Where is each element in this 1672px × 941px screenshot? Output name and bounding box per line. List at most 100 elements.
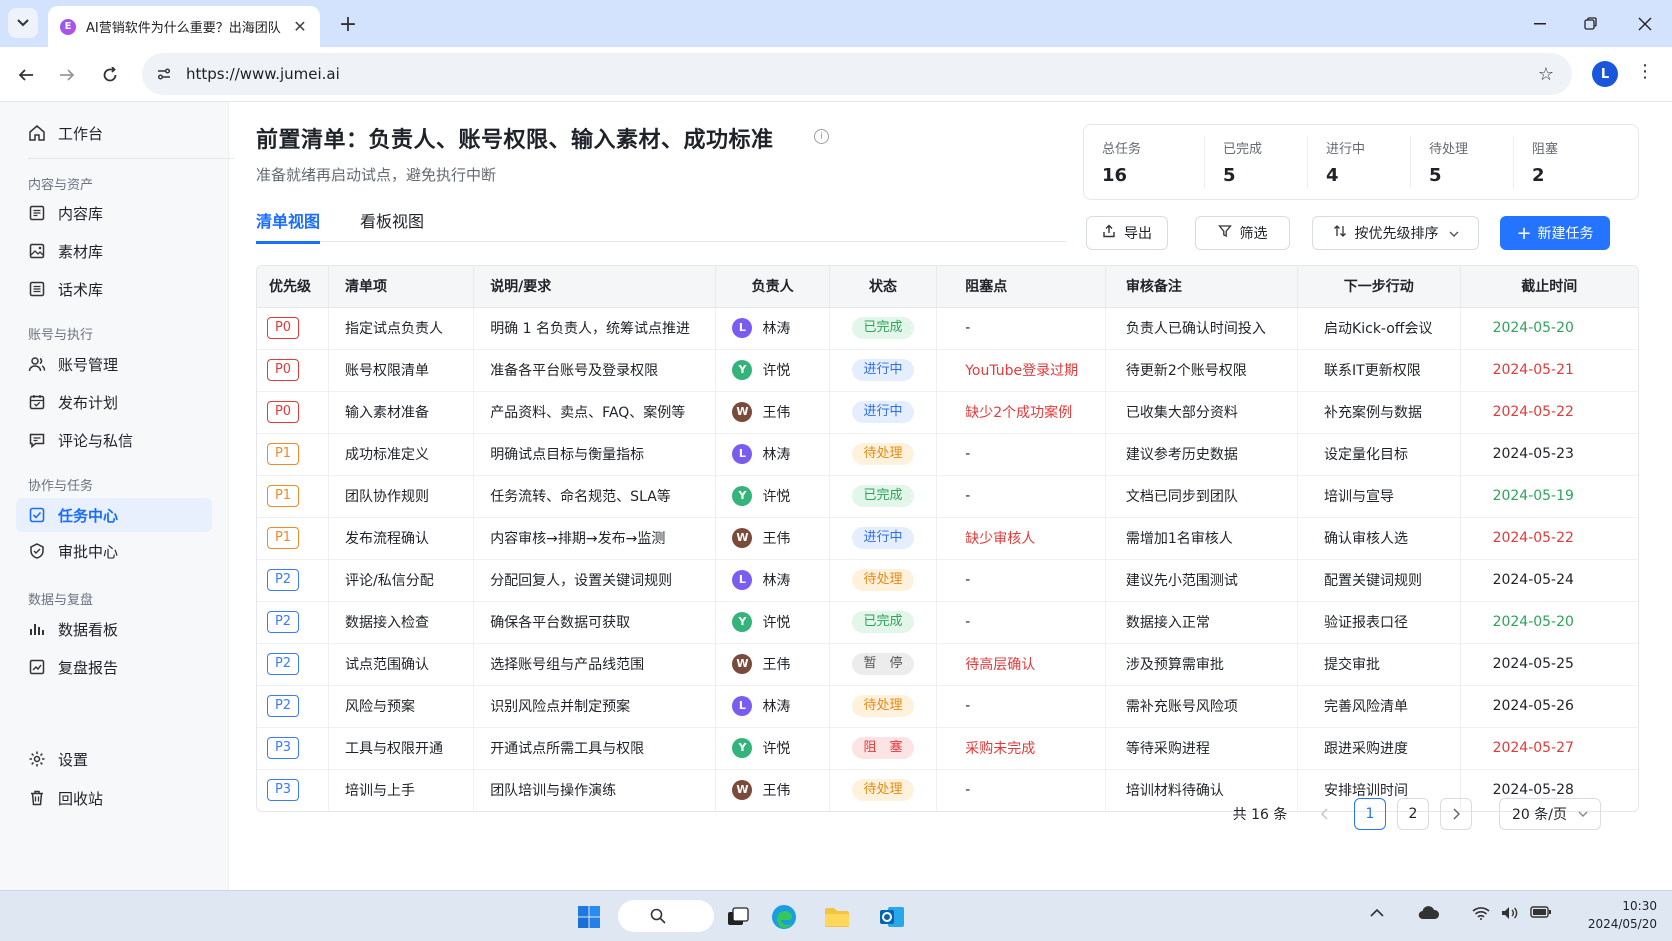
close-window-button[interactable] [1625,10,1665,38]
owner-cell[interactable]: W 王伟 [715,643,830,686]
table-row[interactable]: P1 团队协作规则 任务流转、命名规范、SLA等 Y 许悦 已完成 - 文档已同步… [257,475,1638,518]
start-button[interactable] [575,903,603,931]
column-header[interactable]: 截止时间 [1460,266,1638,308]
item-cell[interactable]: 工具与权限开通 [328,727,475,770]
back-button[interactable] [12,61,40,89]
owner-cell[interactable]: Y 许悦 [715,475,830,518]
owner-cell[interactable]: L 林涛 [715,685,830,728]
table-row[interactable]: P0 指定试点负责人 明确 1 名负责人，统筹试点推进 L 林涛 已完成 - 负责… [257,307,1638,350]
item-cell[interactable]: 评论/私信分配 [328,559,475,602]
table-row[interactable]: P0 账号权限清单 准备各平台账号及登录权限 Y 许悦 进行中 YouTube登录… [257,349,1638,392]
file-explorer-icon[interactable] [823,903,851,931]
system-clock[interactable]: 10:30 2024/05/20 [1565,897,1657,933]
new-task-button[interactable]: + 新建任务 [1500,216,1610,250]
sort-dropdown[interactable]: 按优先级排序 [1312,216,1479,250]
tab-list-view[interactable]: 清单视图 [256,208,321,244]
prev-page-button[interactable] [1309,798,1341,830]
battery-icon[interactable] [1530,906,1552,922]
item-cell[interactable]: 账号权限清单 [328,349,475,392]
column-header[interactable]: 负责人 [715,266,830,308]
owner-cell[interactable]: Y 许悦 [715,349,830,392]
page-button-1[interactable]: 1 [1354,798,1386,830]
reload-button[interactable] [96,61,124,89]
item-cell[interactable]: 团队协作规则 [328,475,475,518]
sidebar-item-trash[interactable]: 回收站 [16,781,212,815]
owner-cell[interactable]: W 王伟 [715,769,830,811]
edge-browser-icon[interactable] [770,903,798,931]
browser-tab-active[interactable]: E AI营销软件为什么重要？出海团队 ✕ [48,6,320,47]
sidebar-item-approval-center[interactable]: 审批中心 [16,534,212,568]
owner-cell[interactable]: L 林涛 [715,433,830,476]
minimize-button[interactable] [1520,10,1560,38]
page-size-select[interactable]: 20 条/页 [1499,798,1601,830]
table-row[interactable]: P3 工具与权限开通 开通试点所需工具与权限 Y 许悦 阻 塞 采购未完成 等待采… [257,727,1638,770]
owner-cell[interactable]: W 王伟 [715,391,830,434]
table-row[interactable]: P2 评论/私信分配 分配回复人，设置关键词规则 L 林涛 待处理 - 建议先小范… [257,559,1638,602]
item-cell[interactable]: 输入素材准备 [328,391,475,434]
item-cell[interactable]: 指定试点负责人 [328,307,475,350]
cloud-sync-icon[interactable] [1418,906,1440,924]
address-bar[interactable]: https://www.jumei.ai ☆ [142,53,1572,95]
sidebar-item-publish-plan[interactable]: 发布计划 [16,385,212,419]
sidebar-item-data-dashboard[interactable]: 数据看板 [16,612,212,646]
sidebar-item-settings[interactable]: 设置 [16,742,212,776]
next-action-cell: 联系IT更新权限 [1297,349,1461,392]
owner-cell[interactable]: Y 许悦 [715,601,830,644]
tab-board-view[interactable]: 看板视图 [360,208,424,241]
profile-avatar[interactable]: L [1592,61,1618,87]
filter-button[interactable]: 筛选 [1195,216,1290,250]
column-header[interactable]: 清单项 [328,266,475,308]
info-icon[interactable]: i [814,129,829,144]
column-header[interactable]: 状态 [829,266,938,308]
table-row[interactable]: P2 风险与预案 识别风险点并制定预案 L 林涛 待处理 - 需补充账号风险项 完… [257,685,1638,728]
task-view-icon[interactable] [724,903,752,931]
outlook-icon[interactable] [878,903,906,931]
table-row[interactable]: P2 试点范围确认 选择账号组与产品线范围 W 王伟 暂 停 待高层确认 涉及预算… [257,643,1638,686]
table-row[interactable]: P3 培训与上手 团队培训与操作演练 W 王伟 待处理 - 培训材料待确认 安排培… [257,769,1638,811]
bookmark-star-icon[interactable]: ☆ [1538,64,1554,85]
more-menu-icon[interactable]: ⋮ [1636,61,1654,82]
new-tab-button[interactable]: + [334,10,362,38]
sidebar-item-review-report[interactable]: 复盘报告 [16,650,212,684]
export-button[interactable]: 导出 [1086,216,1168,250]
column-header[interactable]: 阻塞点 [936,266,1106,308]
sidebar-item-script-library[interactable]: 话术库 [16,272,212,306]
sidebar-item-asset-library[interactable]: 素材库 [16,234,212,268]
owner-cell[interactable]: L 林涛 [715,307,830,350]
page-button-2[interactable]: 2 [1397,798,1429,830]
taskbar-search[interactable] [618,900,714,932]
wifi-icon[interactable] [1472,906,1490,924]
forward-button[interactable] [53,61,81,89]
sidebar-item-account-management[interactable]: 账号管理 [16,347,212,381]
tab-close-icon[interactable]: ✕ [290,17,310,36]
item-cell[interactable]: 培训与上手 [328,769,475,811]
table-row[interactable]: P1 发布流程确认 内容审核→排期→发布→监测 W 王伟 进行中 缺少审核人 需增… [257,517,1638,560]
item-cell[interactable]: 发布流程确认 [328,517,475,560]
tray-overflow-icon[interactable] [1370,906,1384,922]
column-header[interactable]: 下一步行动 [1297,266,1461,308]
owner-cell[interactable]: Y 许悦 [715,727,830,770]
chevron-down-icon [1578,811,1588,817]
next-page-button[interactable] [1440,798,1472,830]
sidebar-item-workbench[interactable]: 工作台 [16,116,212,150]
column-header[interactable]: 说明/要求 [473,266,717,308]
column-header[interactable]: 优先级 [257,266,330,308]
volume-icon[interactable] [1501,906,1519,924]
table-row[interactable]: P2 数据接入检查 确保各平台数据可获取 Y 许悦 已完成 - 数据接入正常 验证… [257,601,1638,644]
column-header[interactable]: 审核备注 [1105,266,1299,308]
item-cell[interactable]: 试点范围确认 [328,643,475,686]
restore-button[interactable] [1571,10,1611,38]
sidebar-item-content-library[interactable]: 内容库 [16,196,212,230]
search-icon [650,908,666,924]
item-cell[interactable]: 成功标准定义 [328,433,475,476]
sidebar-item-task-center[interactable]: 任务中心 [16,498,212,532]
tab-search-button[interactable] [8,8,38,38]
item-cell[interactable]: 风险与预案 [328,685,475,728]
table-row[interactable]: P1 成功标准定义 明确试点目标与衡量指标 L 林涛 待处理 - 建议参考历史数据… [257,433,1638,476]
sidebar-item-comments[interactable]: 评论与私信 [16,423,212,457]
owner-cell[interactable]: L 林涛 [715,559,830,602]
table-row[interactable]: P0 输入素材准备 产品资料、卖点、FAQ、案例等 W 王伟 进行中 缺少2个成功… [257,391,1638,434]
priority-cell: P2 [257,601,330,644]
item-cell[interactable]: 数据接入检查 [328,601,475,644]
owner-cell[interactable]: W 王伟 [715,517,830,560]
